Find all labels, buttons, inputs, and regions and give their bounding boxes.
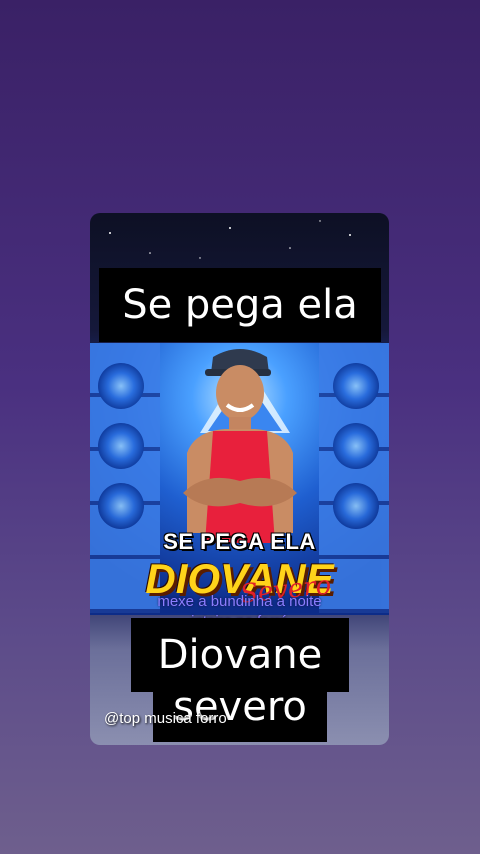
lyric-line-1: mexe a bundinha a noite	[157, 593, 322, 610]
cover-song-title: SE PEGA ELA	[163, 529, 316, 554]
album-cover: SE PEGA ELA DIOVANE Severo	[90, 343, 389, 615]
channel-watermark: @top musica forro	[104, 710, 227, 727]
caption-song-title: Se pega ela	[99, 268, 381, 342]
singer-photo	[183, 349, 297, 543]
